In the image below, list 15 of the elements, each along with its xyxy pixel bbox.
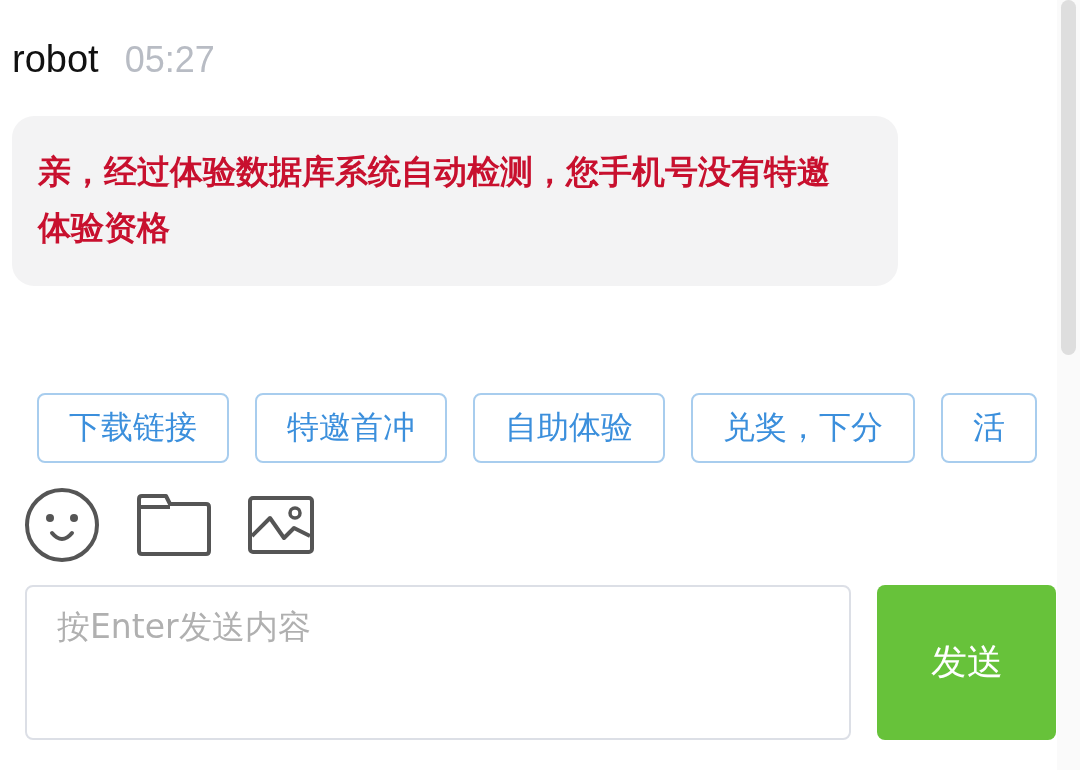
quick-reply-button[interactable]: 下载链接 xyxy=(37,393,229,463)
message-time: 05:27 xyxy=(124,39,215,81)
scrollbar[interactable] xyxy=(1057,0,1080,770)
sender-name: robot xyxy=(12,38,99,81)
message-bubble: 亲，经过体验数据库系统自动检测，您手机号没有特邀体验资格 xyxy=(12,116,898,286)
image-icon[interactable] xyxy=(248,496,314,554)
quick-reply-button[interactable]: 兑奖，下分 xyxy=(691,393,915,463)
quick-reply-button[interactable]: 活 xyxy=(941,393,1037,463)
scrollbar-thumb[interactable] xyxy=(1061,0,1076,355)
quick-reply-button[interactable]: 特邀首冲 xyxy=(255,393,447,463)
message-input[interactable]: 按Enter发送内容 xyxy=(25,585,851,740)
emoji-icon[interactable] xyxy=(24,487,100,563)
folder-icon[interactable] xyxy=(136,494,212,556)
quick-reply-button[interactable]: 自助体验 xyxy=(473,393,665,463)
send-button[interactable]: 发送 xyxy=(877,585,1056,740)
